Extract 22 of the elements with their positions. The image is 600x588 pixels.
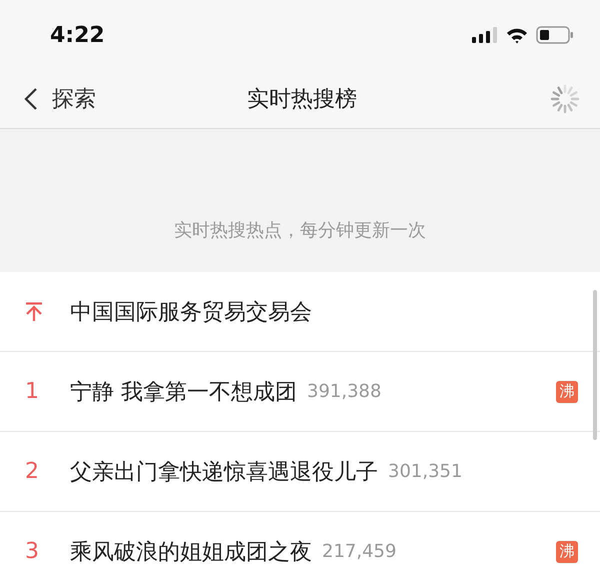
topic-title[interactable]: 乘风破浪的姐姐成团之夜	[70, 536, 312, 566]
pin-to-top-icon	[25, 302, 43, 322]
topic-title[interactable]: 中国国际服务贸易交易会	[70, 296, 312, 326]
back-icon	[24, 87, 38, 111]
back-button[interactable]: 探索	[24, 84, 174, 114]
search-count: 301,351	[388, 461, 462, 482]
hot-tag: 沸	[556, 380, 578, 402]
topic-title[interactable]: 宁静 我拿第一不想成团	[70, 376, 297, 406]
page-title: 实时热搜榜	[246, 86, 358, 114]
topic-title[interactable]: 父亲出门拿快递惊喜遇退役儿子	[70, 456, 378, 486]
rank-number: 1	[25, 379, 39, 404]
banner-text: 实时热搜热点，每分钟更新一次	[174, 219, 426, 242]
wifi-icon	[506, 26, 528, 44]
status-time: 4:22	[50, 22, 106, 48]
battery-icon	[536, 26, 574, 44]
search-count: 391,388	[307, 381, 382, 402]
hot-tag: 沸	[556, 540, 578, 562]
loading-spinner-icon	[550, 84, 580, 114]
rank-number: 3	[25, 539, 39, 564]
signal-icon	[472, 27, 498, 43]
search-count: 217,459	[322, 541, 396, 562]
rank-number: 2	[25, 459, 39, 484]
